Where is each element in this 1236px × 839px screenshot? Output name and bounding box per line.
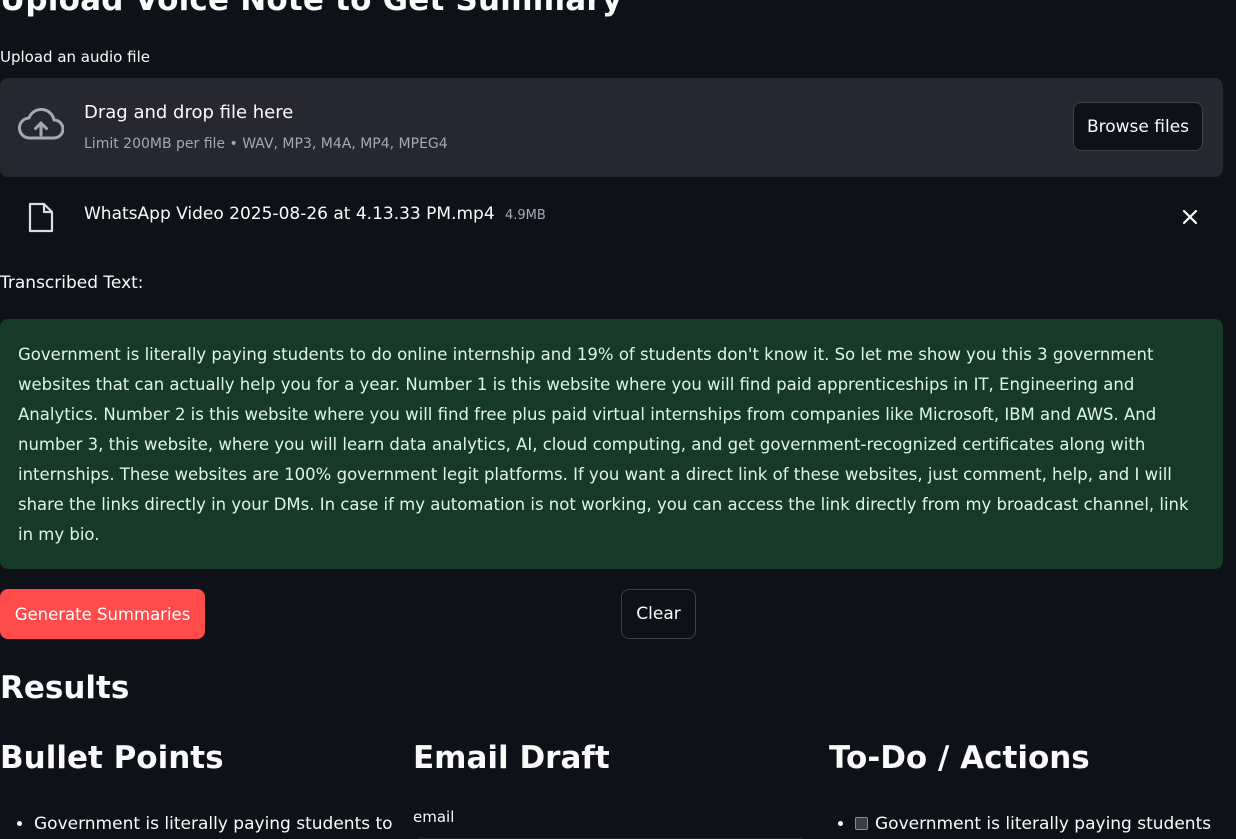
todo-list: Government is literally paying students bbox=[829, 810, 1229, 838]
clear-button[interactable]: Clear bbox=[621, 589, 696, 639]
todo-item-label: Government is literally paying students bbox=[875, 814, 1212, 834]
bullet-points-list: Government is literally paying students … bbox=[0, 810, 400, 838]
file-dropzone[interactable]: Drag and drop file here Limit 200MB per … bbox=[0, 78, 1223, 177]
uploaded-file-size: 4.9MB bbox=[505, 208, 546, 223]
bullet-point-item: Government is literally paying students … bbox=[34, 810, 400, 838]
page-title: Upload Voice Note to Get Summary bbox=[0, 0, 623, 18]
uploaded-file-name: WhatsApp Video 2025-08-26 at 4.13.33 PM.… bbox=[84, 204, 495, 224]
file-icon bbox=[28, 202, 54, 233]
uploaded-file-row: WhatsApp Video 2025-08-26 at 4.13.33 PM.… bbox=[0, 196, 1223, 238]
todo-item: Government is literally paying students bbox=[855, 810, 1229, 838]
dropzone-limit-text: Limit 200MB per file • WAV, MP3, M4A, MP… bbox=[84, 136, 448, 152]
todo-checkbox[interactable] bbox=[855, 817, 868, 830]
results-heading: Results bbox=[0, 670, 130, 706]
app-page: Upload Voice Note to Get Summary Upload … bbox=[0, 0, 1236, 839]
transcribed-text-label: Transcribed Text: bbox=[0, 273, 144, 293]
transcribed-text-box: Government is literally paying students … bbox=[0, 319, 1223, 569]
email-field-label: email bbox=[413, 808, 455, 826]
dropzone-title: Drag and drop file here bbox=[84, 102, 294, 123]
bullet-points-heading: Bullet Points bbox=[0, 740, 224, 776]
browse-files-button[interactable]: Browse files bbox=[1073, 102, 1203, 151]
cloud-upload-icon bbox=[18, 108, 64, 140]
todo-actions-heading: To-Do / Actions bbox=[829, 740, 1090, 776]
close-icon[interactable] bbox=[1180, 207, 1200, 227]
email-draft-heading: Email Draft bbox=[413, 740, 610, 776]
upload-label: Upload an audio file bbox=[0, 48, 150, 66]
generate-summaries-button[interactable]: Generate Summaries bbox=[0, 589, 205, 639]
